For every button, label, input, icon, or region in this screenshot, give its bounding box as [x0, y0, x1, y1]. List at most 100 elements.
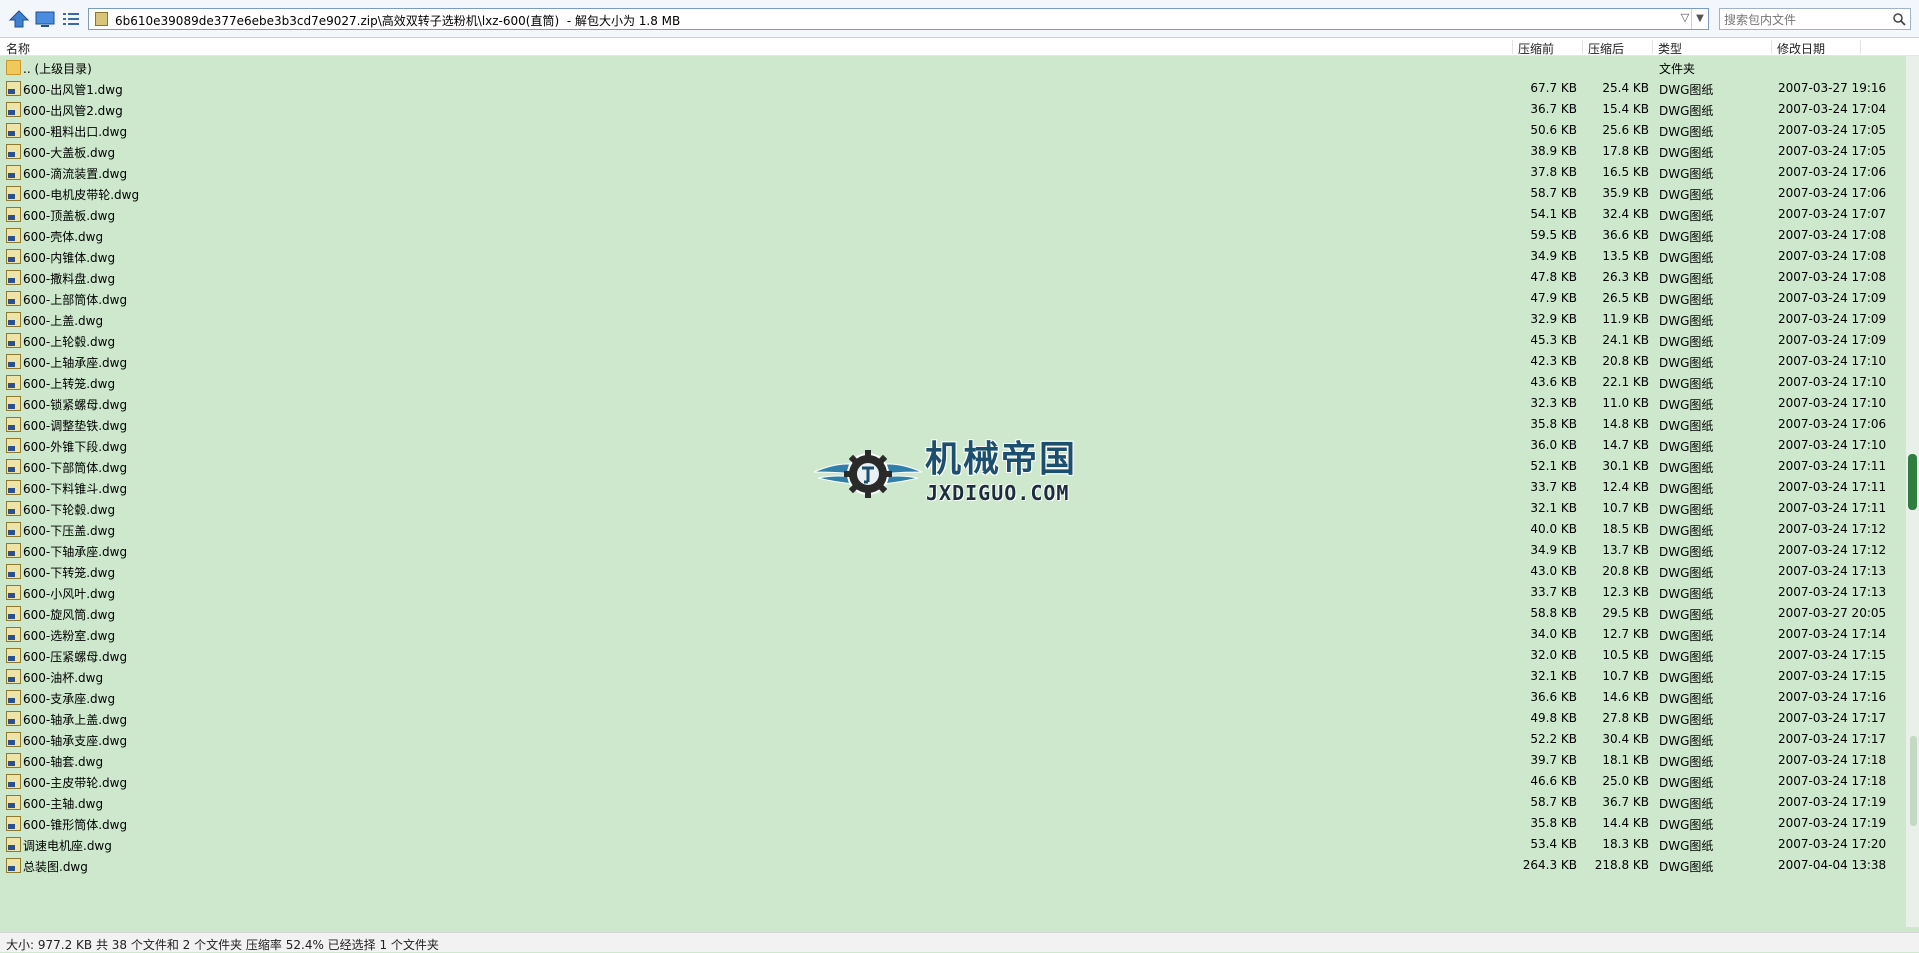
file-row[interactable]: 600-主轴.dwg 58.7 KB 36.7 KB DWG图纸 2007-03-24 … — [0, 792, 1900, 813]
file-row[interactable]: 600-主皮带轮.dwg 46.6 KB 25.0 KB DWG图纸 2007-03-2… — [0, 771, 1900, 792]
file-row[interactable]: 600-油杯.dwg 32.1 KB 10.7 KB DWG图纸 2007-03-24 … — [0, 666, 1900, 687]
file-date: 2007-03-24 17:08 — [1778, 249, 1887, 263]
file-row[interactable]: 总装图.dwg 264.3 KB 218.8 KB DWG图纸 2007-04-04 1… — [0, 855, 1900, 876]
file-date: 2007-03-24 17:06 — [1778, 417, 1887, 431]
file-type: DWG图纸 — [1659, 377, 1714, 391]
file-size-after: 18.1 KB — [1602, 753, 1649, 767]
dwg-file-icon — [6, 522, 21, 537]
file-row[interactable]: 600-上轴承座.dwg 42.3 KB 20.8 KB DWG图纸 2007-03-2… — [0, 351, 1900, 372]
column-divider[interactable] — [1860, 40, 1861, 54]
dwg-file-icon-mark — [8, 278, 15, 283]
file-row[interactable]: 600-粗料出口.dwg 50.6 KB 25.6 KB DWG图纸 2007-03-2… — [0, 120, 1900, 141]
dwg-file-icon-mark — [8, 761, 15, 766]
file-size-before: 47.9 KB — [1530, 291, 1577, 305]
file-row[interactable]: 600-上转笼.dwg 43.6 KB 22.1 KB DWG图纸 2007-03-24… — [0, 372, 1900, 393]
file-name: 600-下轴承座.dwg — [23, 545, 128, 559]
file-size-after: 13.5 KB — [1602, 249, 1649, 263]
file-size-before: 36.6 KB — [1530, 690, 1577, 704]
file-date: 2007-03-24 17:18 — [1778, 774, 1887, 788]
file-size-after: 22.1 KB — [1602, 375, 1649, 389]
dwg-file-icon-mark — [8, 845, 15, 850]
file-row[interactable]: 600-滴流装置.dwg 37.8 KB 16.5 KB DWG图纸 2007-03-2… — [0, 162, 1900, 183]
file-row[interactable]: 600-出风管2.dwg 36.7 KB 15.4 KB DWG图纸 2007-03-2… — [0, 99, 1900, 120]
file-row[interactable]: 600-上轮毂.dwg 45.3 KB 24.1 KB DWG图纸 2007-03-24… — [0, 330, 1900, 351]
file-type: DWG图纸 — [1659, 356, 1714, 370]
file-row[interactable]: 600-顶盖板.dwg 54.1 KB 32.4 KB DWG图纸 2007-03-24… — [0, 204, 1900, 225]
file-row[interactable]: 600-轴套.dwg 39.7 KB 18.1 KB DWG图纸 2007-03-24 … — [0, 750, 1900, 771]
file-row[interactable]: 600-锁紧螺母.dwg 32.3 KB 11.0 KB DWG图纸 2007-03-2… — [0, 393, 1900, 414]
file-name: 600-下部筒体.dwg — [23, 461, 128, 475]
file-row[interactable]: 600-撒料盘.dwg 47.8 KB 26.3 KB DWG图纸 2007-03-24… — [0, 267, 1900, 288]
file-row[interactable]: 600-内锥体.dwg 34.9 KB 13.5 KB DWG图纸 2007-03-24… — [0, 246, 1900, 267]
search-icon[interactable] — [1892, 12, 1906, 26]
file-row[interactable]: 600-锥形筒体.dwg 35.8 KB 14.4 KB DWG图纸 2007-03-2… — [0, 813, 1900, 834]
file-row[interactable]: 600-小风叶.dwg 33.7 KB 12.3 KB DWG图纸 2007-03-24… — [0, 582, 1900, 603]
file-size-before: 54.1 KB — [1530, 207, 1577, 221]
file-size-before: 58.7 KB — [1530, 795, 1577, 809]
file-row[interactable]: 600-支承座.dwg 36.6 KB 14.6 KB DWG图纸 2007-03-24… — [0, 687, 1900, 708]
column-name[interactable]: 名称 — [6, 40, 30, 57]
file-row[interactable]: 600-壳体.dwg 59.5 KB 36.6 KB DWG图纸 2007-03-24 … — [0, 225, 1900, 246]
file-size-before: 36.7 KB — [1530, 102, 1577, 116]
dwg-file-icon — [6, 732, 21, 747]
file-row[interactable]: 600-下轴承座.dwg 34.9 KB 13.7 KB DWG图纸 2007-03-2… — [0, 540, 1900, 561]
scrollbar-thumb[interactable] — [1908, 454, 1917, 510]
dwg-file-icon — [6, 606, 21, 621]
file-row[interactable]: 600-调整垫铁.dwg 35.8 KB 14.8 KB DWG图纸 2007-03-2… — [0, 414, 1900, 435]
file-date: 2007-03-24 17:11 — [1778, 480, 1887, 494]
file-row[interactable]: 600-轴承上盖.dwg 49.8 KB 27.8 KB DWG图纸 2007-03-2… — [0, 708, 1900, 729]
file-type: DWG图纸 — [1659, 713, 1714, 727]
file-size-after: 14.8 KB — [1602, 417, 1649, 431]
file-type: DWG图纸 — [1659, 776, 1714, 790]
file-type: DWG图纸 — [1659, 818, 1714, 832]
dwg-file-icon — [6, 228, 21, 243]
file-date: 2007-03-24 17:09 — [1778, 333, 1887, 347]
file-row[interactable]: 600-出风管1.dwg 67.7 KB 25.4 KB DWG图纸 2007-03-2… — [0, 78, 1900, 99]
column-divider[interactable] — [1582, 40, 1583, 54]
file-type: DWG图纸 — [1659, 503, 1714, 517]
address-bar[interactable]: 6b610e39089de377e6ebe3b3cd7e9027.zip\高效双… — [88, 8, 1709, 30]
parent-directory-row[interactable]: .. (上级目录) 文件夹 — [0, 57, 1900, 78]
file-row[interactable]: 600-压紧螺母.dwg 32.0 KB 10.5 KB DWG图纸 2007-03-2… — [0, 645, 1900, 666]
file-name: 600-旋风筒.dwg — [23, 608, 116, 622]
file-row[interactable]: 600-下转笼.dwg 43.0 KB 20.8 KB DWG图纸 2007-03-24… — [0, 561, 1900, 582]
file-date: 2007-03-24 17:13 — [1778, 564, 1887, 578]
file-type: DWG图纸 — [1659, 587, 1714, 601]
dwg-file-icon — [6, 291, 21, 306]
search-input[interactable] — [1722, 10, 1886, 30]
column-after[interactable]: 压缩后 — [1588, 40, 1624, 57]
dwg-file-icon — [6, 333, 21, 348]
column-before[interactable]: 压缩前 — [1518, 40, 1554, 57]
column-divider[interactable] — [1771, 40, 1772, 54]
column-divider[interactable] — [1652, 40, 1653, 54]
file-row[interactable]: 600-上盖.dwg 32.9 KB 11.9 KB DWG图纸 2007-03-24 … — [0, 309, 1900, 330]
file-type: DWG图纸 — [1659, 755, 1714, 769]
column-divider[interactable] — [1512, 40, 1513, 54]
file-row[interactable]: 600-大盖板.dwg 38.9 KB 17.8 KB DWG图纸 2007-03-24… — [0, 141, 1900, 162]
dwg-file-icon — [6, 165, 21, 180]
vertical-scrollbar[interactable] — [1906, 56, 1919, 927]
column-type[interactable]: 类型 — [1658, 40, 1682, 57]
file-row[interactable]: 600-选粉室.dwg 34.0 KB 12.7 KB DWG图纸 2007-03-24… — [0, 624, 1900, 645]
column-date[interactable]: 修改日期 — [1777, 40, 1825, 57]
dwg-file-icon — [6, 627, 21, 642]
file-name: 600-小风叶.dwg — [23, 587, 116, 601]
list-view-icon[interactable] — [60, 9, 82, 29]
file-row[interactable]: 600-电机皮带轮.dwg 58.7 KB 35.9 KB DWG图纸 2007-03-… — [0, 183, 1900, 204]
up-arrow-icon[interactable] — [8, 9, 30, 29]
file-date: 2007-03-24 17:10 — [1778, 438, 1887, 452]
file-row[interactable]: 调速电机座.dwg 53.4 KB 18.3 KB DWG图纸 2007-03-24 1… — [0, 834, 1900, 855]
file-name: 600-出风管1.dwg — [23, 83, 123, 97]
file-name: 600-下轮毂.dwg — [23, 503, 116, 517]
file-date: 2007-03-24 17:08 — [1778, 270, 1887, 284]
file-row[interactable]: 600-上部筒体.dwg 47.9 KB 26.5 KB DWG图纸 2007-03-2… — [0, 288, 1900, 309]
file-row[interactable]: 600-轴承支座.dwg 52.2 KB 30.4 KB DWG图纸 2007-03-2… — [0, 729, 1900, 750]
file-size-after: 10.7 KB — [1602, 501, 1649, 515]
desktop-icon[interactable] — [34, 9, 56, 29]
address-dropdown-button[interactable]: ▼ — [1691, 9, 1708, 29]
dwg-file-icon-mark — [8, 509, 15, 514]
file-name: 调速电机座.dwg — [23, 839, 112, 853]
file-row[interactable]: 600-旋风筒.dwg 58.8 KB 29.5 KB DWG图纸 2007-03-27… — [0, 603, 1900, 624]
file-row[interactable]: 600-下压盖.dwg 40.0 KB 18.5 KB DWG图纸 2007-03-24… — [0, 519, 1900, 540]
history-dropdown-icon[interactable]: ▽ — [1678, 11, 1692, 27]
